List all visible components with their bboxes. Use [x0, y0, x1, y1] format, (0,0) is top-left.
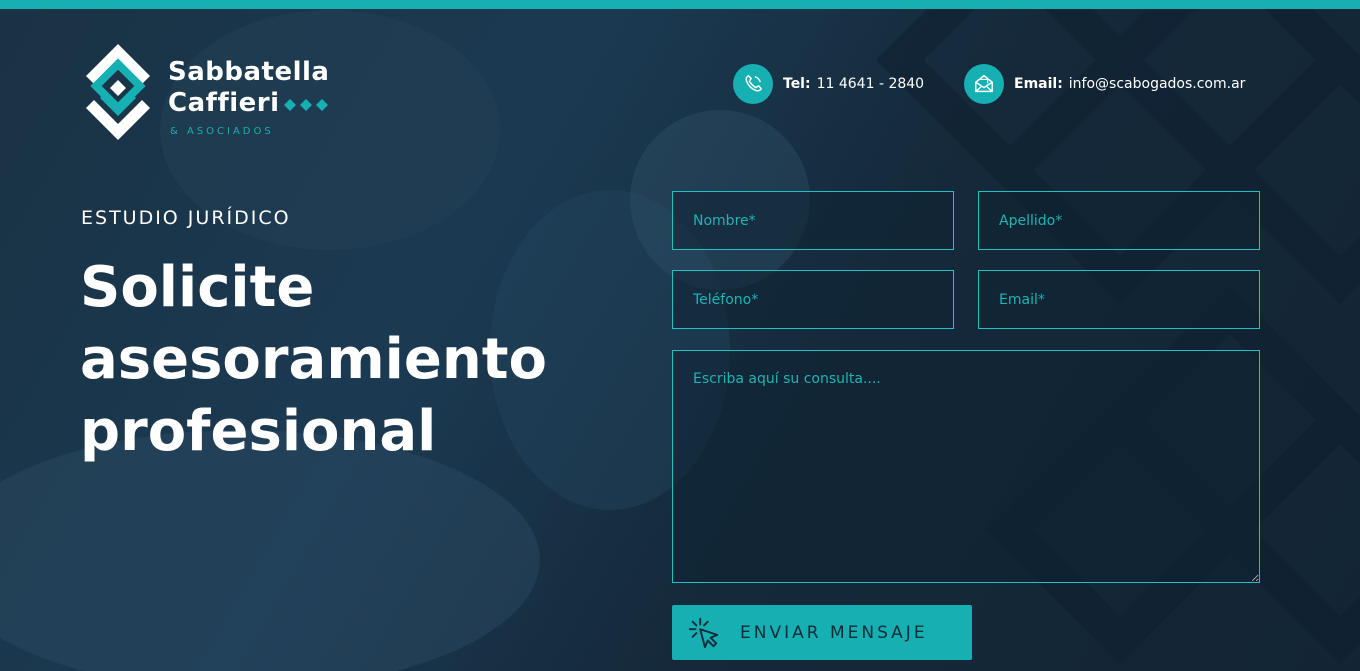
phone-label: Tel:: [783, 76, 811, 92]
submit-label: ENVIAR MENSAJE: [740, 622, 928, 643]
page: Sabbatella Caffieri & ASOCIADOS Tel: 11 …: [0, 0, 1360, 671]
apellido-input[interactable]: [978, 191, 1260, 250]
contact-phone[interactable]: Tel: 11 4641 - 2840: [733, 64, 924, 104]
headline-line3: profesional: [80, 399, 437, 464]
logo-mark-icon: [86, 44, 150, 140]
submit-button[interactable]: ENVIAR MENSAJE: [672, 605, 972, 660]
nombre-input[interactable]: [672, 191, 954, 250]
cursor-click-icon: [686, 615, 722, 651]
brand-name-line1: Sabbatella: [168, 57, 330, 87]
contact-email[interactable]: Email: info@scabogados.com.ar: [964, 64, 1245, 104]
headline-line2: asesoramiento: [80, 327, 547, 392]
brand-name-line2: Caffieri: [168, 88, 280, 118]
logo-dots-icon: [284, 99, 328, 111]
phone-value[interactable]: 11 4641 - 2840: [817, 76, 924, 92]
telefono-input[interactable]: [672, 270, 954, 329]
consulta-textarea[interactable]: [672, 350, 1260, 583]
envelope-icon: [964, 64, 1004, 104]
email-label: Email:: [1014, 76, 1063, 92]
email-value[interactable]: info@scabogados.com.ar: [1069, 76, 1246, 92]
phone-icon: [733, 64, 773, 104]
hero-headline: Solicite asesoramiento profesional: [80, 252, 600, 468]
email-input[interactable]: [978, 270, 1260, 329]
headline-line1: Solicite: [80, 255, 315, 320]
top-accent-bar: [0, 0, 1360, 9]
brand-subtitle: & ASOCIADOS: [170, 126, 274, 137]
brand-logo[interactable]: Sabbatella Caffieri & ASOCIADOS: [82, 42, 342, 152]
hero-eyebrow: ESTUDIO JURÍDICO: [81, 207, 291, 229]
